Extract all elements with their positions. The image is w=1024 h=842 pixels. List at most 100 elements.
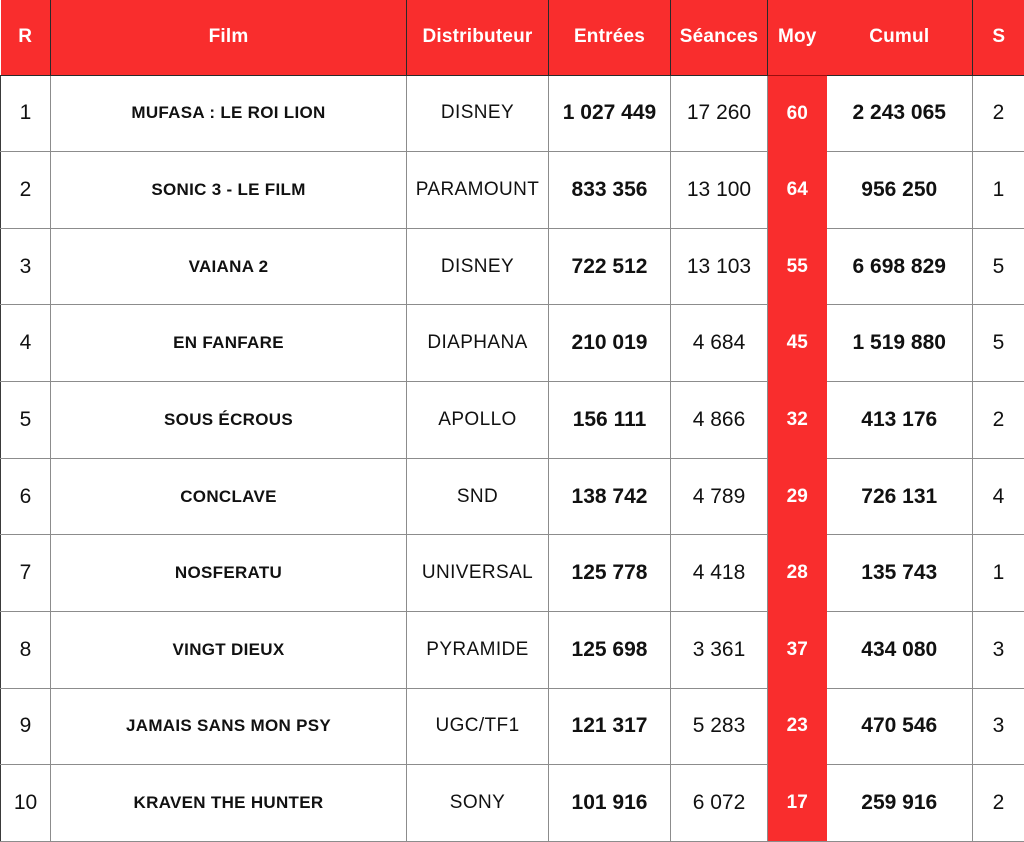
cell-film-title: VAIANA 2 (50, 228, 407, 306)
cell-distributor: DIAPHANA (406, 304, 549, 383)
table-row[interactable]: 9 JAMAIS SANS MON PSY UGC/TF1 121 317 5 … (0, 688, 1024, 766)
table-row[interactable]: 1 MUFASA : LE ROI LION DISNEY 1 027 449 … (0, 75, 1024, 153)
cell-distributor: UNIVERSAL (406, 534, 549, 612)
cell-sessions: 3 361 (670, 611, 768, 689)
cell-cumulative: 6 698 829 (826, 228, 973, 306)
table-row[interactable]: 10 KRAVEN THE HUNTER SONY 101 916 6 072 … (0, 764, 1024, 842)
cell-film-title: SONIC 3 - LE FILM (50, 151, 407, 229)
column-header-weeks[interactable]: S (972, 0, 1024, 76)
cell-sessions: 13 103 (670, 228, 768, 306)
cell-weeks: 3 (972, 611, 1024, 689)
column-header-film[interactable]: Film (50, 0, 407, 76)
cell-weeks: 2 (972, 381, 1024, 459)
cell-sessions: 6 072 (670, 764, 768, 842)
cell-entries: 125 778 (548, 534, 671, 612)
cell-average: 45 (767, 304, 827, 382)
column-header-cumulative[interactable]: Cumul (826, 0, 973, 76)
table-row[interactable]: 8 VINGT DIEUX PYRAMIDE 125 698 3 361 37 … (0, 611, 1024, 689)
cell-sessions: 4 866 (670, 381, 768, 459)
cell-cumulative: 470 546 (826, 688, 973, 766)
cell-rank: 3 (0, 228, 51, 306)
cell-film-title: JAMAIS SANS MON PSY (50, 688, 407, 766)
table-body: 1 MUFASA : LE ROI LION DISNEY 1 027 449 … (0, 75, 1024, 842)
cell-weeks: 2 (972, 764, 1024, 842)
cell-entries: 833 356 (548, 151, 671, 229)
cell-distributor: UGC/TF1 (406, 688, 549, 766)
cell-weeks: 3 (972, 688, 1024, 766)
cell-sessions: 4 418 (670, 534, 768, 612)
cell-cumulative: 259 916 (826, 764, 973, 842)
cell-average: 55 (767, 228, 827, 305)
cell-average: 60 (767, 75, 827, 152)
column-header-distributor[interactable]: Distributeur (406, 0, 549, 76)
cell-distributor: APOLLO (406, 381, 549, 459)
column-header-sessions[interactable]: Séances (670, 0, 768, 76)
cell-entries: 210 019 (548, 304, 671, 383)
cell-rank: 1 (0, 75, 51, 153)
cell-entries: 1 027 449 (548, 75, 671, 153)
cell-weeks: 5 (972, 304, 1024, 383)
cell-average: 29 (767, 458, 827, 535)
cell-distributor: PARAMOUNT (406, 151, 549, 229)
table-header: R Film Distributeur Entrées Séances Moy … (0, 0, 1024, 76)
cell-sessions: 13 100 (670, 151, 768, 229)
cell-weeks: 5 (972, 228, 1024, 306)
cell-distributor: SND (406, 458, 549, 536)
cell-distributor: DISNEY (406, 75, 549, 153)
cell-rank: 8 (0, 611, 51, 689)
cell-sessions: 4 789 (670, 458, 768, 536)
cell-cumulative: 726 131 (826, 458, 973, 536)
cell-sessions: 5 283 (670, 688, 768, 766)
cell-rank: 7 (0, 534, 51, 612)
cell-film-title: EN FANFARE (50, 304, 407, 383)
cell-cumulative: 135 743 (826, 534, 973, 612)
cell-weeks: 1 (972, 151, 1024, 229)
table-row[interactable]: 5 SOUS ÉCROUS APOLLO 156 111 4 866 32 41… (0, 381, 1024, 459)
cell-cumulative: 1 519 880 (826, 304, 973, 383)
cell-sessions: 17 260 (670, 75, 768, 153)
cell-entries: 138 742 (548, 458, 671, 536)
cell-cumulative: 434 080 (826, 611, 973, 689)
cell-average: 28 (767, 534, 827, 612)
cell-cumulative: 413 176 (826, 381, 973, 459)
cell-rank: 2 (0, 151, 51, 229)
table-row[interactable]: 4 EN FANFARE DIAPHANA 210 019 4 684 45 1… (0, 304, 1024, 383)
cell-weeks: 4 (972, 458, 1024, 536)
cell-entries: 125 698 (548, 611, 671, 689)
cell-distributor: SONY (406, 764, 549, 842)
cell-average: 17 (767, 764, 827, 842)
cell-weeks: 1 (972, 534, 1024, 612)
cell-entries: 101 916 (548, 764, 671, 842)
table-row[interactable]: 3 VAIANA 2 DISNEY 722 512 13 103 55 6 69… (0, 228, 1024, 306)
cell-average: 23 (767, 688, 827, 765)
cell-film-title: NOSFERATU (50, 534, 407, 612)
cell-average: 64 (767, 151, 827, 229)
cell-entries: 722 512 (548, 228, 671, 306)
column-header-average[interactable]: Moy (767, 0, 827, 76)
cell-rank: 5 (0, 381, 51, 459)
cell-distributor: PYRAMIDE (406, 611, 549, 689)
cell-film-title: SOUS ÉCROUS (50, 381, 407, 459)
column-header-entries[interactable]: Entrées (548, 0, 671, 76)
cell-average: 37 (767, 611, 827, 689)
cell-film-title: VINGT DIEUX (50, 611, 407, 689)
cell-average: 32 (767, 381, 827, 459)
cell-film-title: CONCLAVE (50, 458, 407, 536)
cell-cumulative: 956 250 (826, 151, 973, 229)
box-office-table: R Film Distributeur Entrées Séances Moy … (0, 0, 1024, 842)
cell-sessions: 4 684 (670, 304, 768, 383)
cell-rank: 9 (0, 688, 51, 766)
cell-film-title: MUFASA : LE ROI LION (50, 75, 407, 153)
cell-rank: 4 (0, 304, 51, 383)
cell-entries: 156 111 (548, 381, 671, 459)
cell-rank: 6 (0, 458, 51, 536)
table-header-row: R Film Distributeur Entrées Séances Moy … (0, 0, 1024, 76)
cell-cumulative: 2 243 065 (826, 75, 973, 153)
column-header-rank[interactable]: R (0, 0, 51, 76)
cell-entries: 121 317 (548, 688, 671, 766)
table-row[interactable]: 6 CONCLAVE SND 138 742 4 789 29 726 131 … (0, 458, 1024, 536)
cell-weeks: 2 (972, 75, 1024, 153)
cell-distributor: DISNEY (406, 228, 549, 306)
table-row[interactable]: 2 SONIC 3 - LE FILM PARAMOUNT 833 356 13… (0, 151, 1024, 229)
table-row[interactable]: 7 NOSFERATU UNIVERSAL 125 778 4 418 28 1… (0, 534, 1024, 612)
